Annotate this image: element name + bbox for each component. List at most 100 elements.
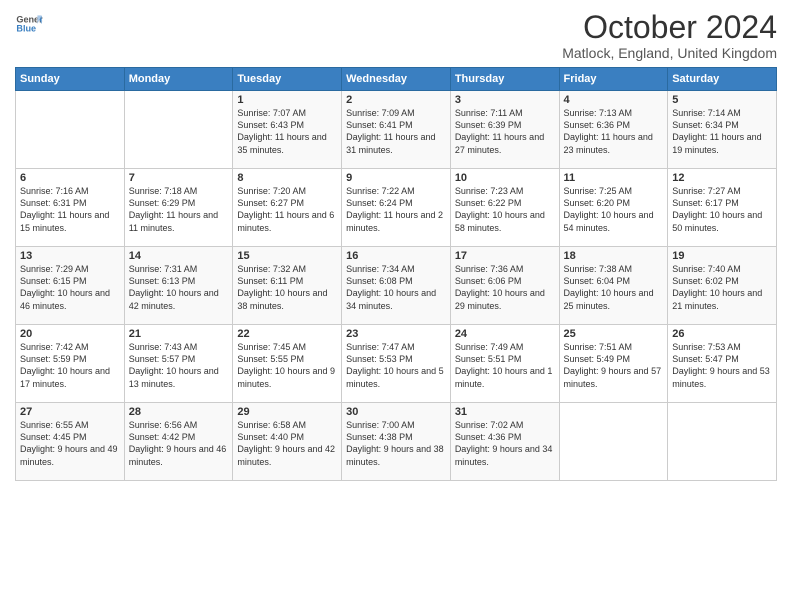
- calendar-cell: 5Sunrise: 7:14 AMSunset: 6:34 PMDaylight…: [668, 91, 777, 169]
- day-info: Sunrise: 7:07 AMSunset: 6:43 PMDaylight:…: [237, 107, 337, 156]
- day-info: Sunrise: 7:11 AMSunset: 6:39 PMDaylight:…: [455, 107, 555, 156]
- calendar-cell: 2Sunrise: 7:09 AMSunset: 6:41 PMDaylight…: [342, 91, 451, 169]
- calendar-cell: 31Sunrise: 7:02 AMSunset: 4:36 PMDayligh…: [450, 403, 559, 481]
- day-info: Sunrise: 7:47 AMSunset: 5:53 PMDaylight:…: [346, 341, 446, 390]
- calendar-cell: 26Sunrise: 7:53 AMSunset: 5:47 PMDayligh…: [668, 325, 777, 403]
- calendar-table: SundayMondayTuesdayWednesdayThursdayFrid…: [15, 67, 777, 481]
- logo-icon: General Blue: [15, 10, 43, 38]
- day-number: 15: [237, 250, 337, 262]
- calendar-cell: 23Sunrise: 7:47 AMSunset: 5:53 PMDayligh…: [342, 325, 451, 403]
- day-info: Sunrise: 7:13 AMSunset: 6:36 PMDaylight:…: [564, 107, 664, 156]
- day-number: 30: [346, 406, 446, 418]
- calendar-cell: 28Sunrise: 6:56 AMSunset: 4:42 PMDayligh…: [124, 403, 233, 481]
- day-number: 6: [20, 172, 120, 184]
- calendar-cell: 6Sunrise: 7:16 AMSunset: 6:31 PMDaylight…: [16, 169, 125, 247]
- calendar-cell: 9Sunrise: 7:22 AMSunset: 6:24 PMDaylight…: [342, 169, 451, 247]
- logo: General Blue: [15, 10, 43, 38]
- day-number: 22: [237, 328, 337, 340]
- calendar-cell: 3Sunrise: 7:11 AMSunset: 6:39 PMDaylight…: [450, 91, 559, 169]
- calendar-cell: 25Sunrise: 7:51 AMSunset: 5:49 PMDayligh…: [559, 325, 668, 403]
- calendar-cell: 21Sunrise: 7:43 AMSunset: 5:57 PMDayligh…: [124, 325, 233, 403]
- day-number: 10: [455, 172, 555, 184]
- calendar-cell: 15Sunrise: 7:32 AMSunset: 6:11 PMDayligh…: [233, 247, 342, 325]
- day-info: Sunrise: 7:36 AMSunset: 6:06 PMDaylight:…: [455, 263, 555, 312]
- day-number: 14: [129, 250, 229, 262]
- page: General Blue October 2024 Matlock, Engla…: [0, 0, 792, 612]
- day-number: 16: [346, 250, 446, 262]
- day-number: 1: [237, 94, 337, 106]
- day-info: Sunrise: 7:09 AMSunset: 6:41 PMDaylight:…: [346, 107, 446, 156]
- header-row: SundayMondayTuesdayWednesdayThursdayFrid…: [16, 68, 777, 91]
- day-number: 2: [346, 94, 446, 106]
- day-info: Sunrise: 7:14 AMSunset: 6:34 PMDaylight:…: [672, 107, 772, 156]
- day-number: 18: [564, 250, 664, 262]
- day-number: 12: [672, 172, 772, 184]
- calendar-cell: 12Sunrise: 7:27 AMSunset: 6:17 PMDayligh…: [668, 169, 777, 247]
- day-info: Sunrise: 7:20 AMSunset: 6:27 PMDaylight:…: [237, 185, 337, 234]
- day-number: 9: [346, 172, 446, 184]
- calendar-cell: 27Sunrise: 6:55 AMSunset: 4:45 PMDayligh…: [16, 403, 125, 481]
- day-number: 29: [237, 406, 337, 418]
- calendar-cell: 20Sunrise: 7:42 AMSunset: 5:59 PMDayligh…: [16, 325, 125, 403]
- day-info: Sunrise: 7:27 AMSunset: 6:17 PMDaylight:…: [672, 185, 772, 234]
- day-info: Sunrise: 7:00 AMSunset: 4:38 PMDaylight:…: [346, 419, 446, 468]
- dow-header: Wednesday: [342, 68, 451, 91]
- day-info: Sunrise: 7:53 AMSunset: 5:47 PMDaylight:…: [672, 341, 772, 390]
- day-info: Sunrise: 6:58 AMSunset: 4:40 PMDaylight:…: [237, 419, 337, 468]
- title-block: October 2024 Matlock, England, United Ki…: [562, 10, 777, 61]
- day-number: 3: [455, 94, 555, 106]
- calendar-cell: 10Sunrise: 7:23 AMSunset: 6:22 PMDayligh…: [450, 169, 559, 247]
- calendar-week-row: 1Sunrise: 7:07 AMSunset: 6:43 PMDaylight…: [16, 91, 777, 169]
- dow-header: Sunday: [16, 68, 125, 91]
- header: General Blue October 2024 Matlock, Engla…: [15, 10, 777, 61]
- day-number: 11: [564, 172, 664, 184]
- day-number: 31: [455, 406, 555, 418]
- day-number: 21: [129, 328, 229, 340]
- calendar-cell: [124, 91, 233, 169]
- calendar-cell: 19Sunrise: 7:40 AMSunset: 6:02 PMDayligh…: [668, 247, 777, 325]
- day-number: 25: [564, 328, 664, 340]
- calendar-cell: 29Sunrise: 6:58 AMSunset: 4:40 PMDayligh…: [233, 403, 342, 481]
- calendar-cell: [16, 91, 125, 169]
- calendar-cell: 14Sunrise: 7:31 AMSunset: 6:13 PMDayligh…: [124, 247, 233, 325]
- day-number: 19: [672, 250, 772, 262]
- day-number: 8: [237, 172, 337, 184]
- calendar-cell: 16Sunrise: 7:34 AMSunset: 6:08 PMDayligh…: [342, 247, 451, 325]
- svg-text:Blue: Blue: [16, 24, 36, 34]
- location: Matlock, England, United Kingdom: [562, 45, 777, 61]
- day-info: Sunrise: 7:45 AMSunset: 5:55 PMDaylight:…: [237, 341, 337, 390]
- calendar-cell: 22Sunrise: 7:45 AMSunset: 5:55 PMDayligh…: [233, 325, 342, 403]
- calendar-cell: 18Sunrise: 7:38 AMSunset: 6:04 PMDayligh…: [559, 247, 668, 325]
- day-number: 17: [455, 250, 555, 262]
- day-info: Sunrise: 7:51 AMSunset: 5:49 PMDaylight:…: [564, 341, 664, 390]
- calendar-cell: 4Sunrise: 7:13 AMSunset: 6:36 PMDaylight…: [559, 91, 668, 169]
- day-info: Sunrise: 6:56 AMSunset: 4:42 PMDaylight:…: [129, 419, 229, 468]
- day-number: 26: [672, 328, 772, 340]
- day-info: Sunrise: 7:42 AMSunset: 5:59 PMDaylight:…: [20, 341, 120, 390]
- calendar-cell: 1Sunrise: 7:07 AMSunset: 6:43 PMDaylight…: [233, 91, 342, 169]
- calendar-week-row: 6Sunrise: 7:16 AMSunset: 6:31 PMDaylight…: [16, 169, 777, 247]
- day-number: 13: [20, 250, 120, 262]
- calendar-cell: 30Sunrise: 7:00 AMSunset: 4:38 PMDayligh…: [342, 403, 451, 481]
- calendar-cell: 13Sunrise: 7:29 AMSunset: 6:15 PMDayligh…: [16, 247, 125, 325]
- day-info: Sunrise: 7:43 AMSunset: 5:57 PMDaylight:…: [129, 341, 229, 390]
- calendar-cell: 24Sunrise: 7:49 AMSunset: 5:51 PMDayligh…: [450, 325, 559, 403]
- day-info: Sunrise: 7:22 AMSunset: 6:24 PMDaylight:…: [346, 185, 446, 234]
- day-info: Sunrise: 7:02 AMSunset: 4:36 PMDaylight:…: [455, 419, 555, 468]
- day-number: 28: [129, 406, 229, 418]
- calendar-cell: [559, 403, 668, 481]
- day-number: 7: [129, 172, 229, 184]
- day-info: Sunrise: 7:31 AMSunset: 6:13 PMDaylight:…: [129, 263, 229, 312]
- day-info: Sunrise: 7:23 AMSunset: 6:22 PMDaylight:…: [455, 185, 555, 234]
- day-info: Sunrise: 7:16 AMSunset: 6:31 PMDaylight:…: [20, 185, 120, 234]
- dow-header: Saturday: [668, 68, 777, 91]
- day-info: Sunrise: 7:49 AMSunset: 5:51 PMDaylight:…: [455, 341, 555, 390]
- calendar-week-row: 13Sunrise: 7:29 AMSunset: 6:15 PMDayligh…: [16, 247, 777, 325]
- day-info: Sunrise: 7:34 AMSunset: 6:08 PMDaylight:…: [346, 263, 446, 312]
- day-info: Sunrise: 7:38 AMSunset: 6:04 PMDaylight:…: [564, 263, 664, 312]
- calendar-week-row: 27Sunrise: 6:55 AMSunset: 4:45 PMDayligh…: [16, 403, 777, 481]
- dow-header: Friday: [559, 68, 668, 91]
- calendar-cell: 8Sunrise: 7:20 AMSunset: 6:27 PMDaylight…: [233, 169, 342, 247]
- day-info: Sunrise: 7:29 AMSunset: 6:15 PMDaylight:…: [20, 263, 120, 312]
- day-number: 24: [455, 328, 555, 340]
